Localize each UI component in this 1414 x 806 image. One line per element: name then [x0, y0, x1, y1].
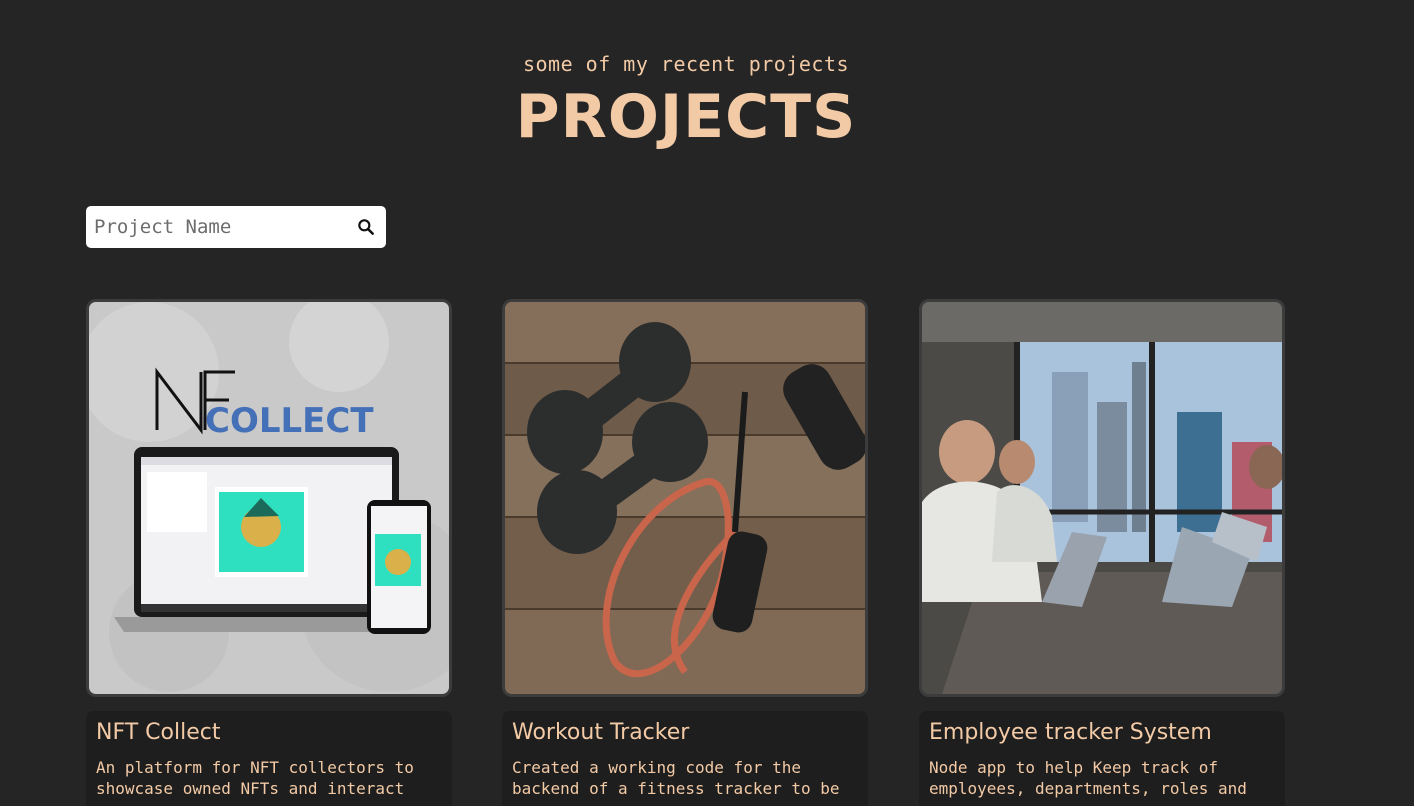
search-icon[interactable]	[356, 217, 376, 237]
page-title: PROJECTS	[515, 82, 857, 152]
project-description: Created a working code for the backend o…	[512, 758, 840, 798]
project-image-nft-collect[interactable]: COLLECT	[86, 299, 452, 697]
search-input[interactable]	[94, 216, 356, 238]
project-title[interactable]: Employee tracker System	[929, 719, 1275, 747]
logo-collect-text: COLLECT	[205, 401, 374, 441]
project-description: An platform for NFT collectors to showca…	[96, 758, 414, 798]
project-image-workout-tracker[interactable]	[502, 299, 868, 697]
project-title[interactable]: Workout Tracker	[512, 719, 858, 747]
project-search	[86, 206, 386, 248]
project-card-employee-tracker[interactable]: Employee tracker System Node app to help…	[919, 299, 1285, 806]
project-info: Employee tracker System Node app to help…	[919, 711, 1285, 806]
project-info: NFT Collect An platform for NFT collecto…	[86, 711, 452, 806]
project-card-workout-tracker[interactable]: Workout Tracker Created a working code f…	[502, 299, 868, 806]
project-image-employee-tracker[interactable]	[919, 299, 1285, 697]
project-description: Node app to help Keep track of employees…	[929, 758, 1247, 798]
project-card-nft-collect[interactable]: COLLECT NFT Collect An platform for NFT …	[86, 299, 452, 806]
page-subtitle: some of my recent projects	[522, 52, 850, 76]
project-info: Workout Tracker Created a working code f…	[502, 711, 868, 806]
project-title[interactable]: NFT Collect	[96, 719, 442, 747]
